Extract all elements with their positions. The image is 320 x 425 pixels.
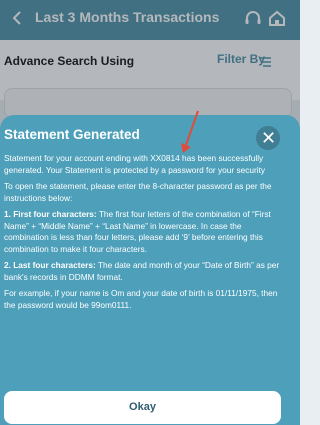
close-icon: ✕	[261, 128, 277, 148]
annotation-arrow-icon	[181, 110, 199, 153]
rule-last-four-heading: 2. Last four characters:	[4, 260, 96, 270]
password-instructions-text: To open the statement, please enter the …	[4, 181, 272, 203]
okay-button[interactable]: Okay	[4, 391, 281, 424]
close-button[interactable]: ✕	[256, 126, 280, 150]
rule-last-four: 2. Last four characters: The date and mo…	[4, 260, 287, 283]
statement-info-text: Statement for your account ending with X…	[4, 153, 266, 175]
rule-first-four-heading: 1. First four characters:	[4, 209, 97, 219]
dialog-title: Statement Generated	[4, 127, 140, 142]
dialog-body: Statement for your account ending with X…	[4, 153, 287, 316]
statement-generated-dialog: Statement Generated ✕ Statement for your…	[0, 115, 300, 425]
example-text: For example, if your name is Om and your…	[4, 288, 278, 310]
rule-first-four: 1. First four characters: The first four…	[4, 209, 287, 255]
